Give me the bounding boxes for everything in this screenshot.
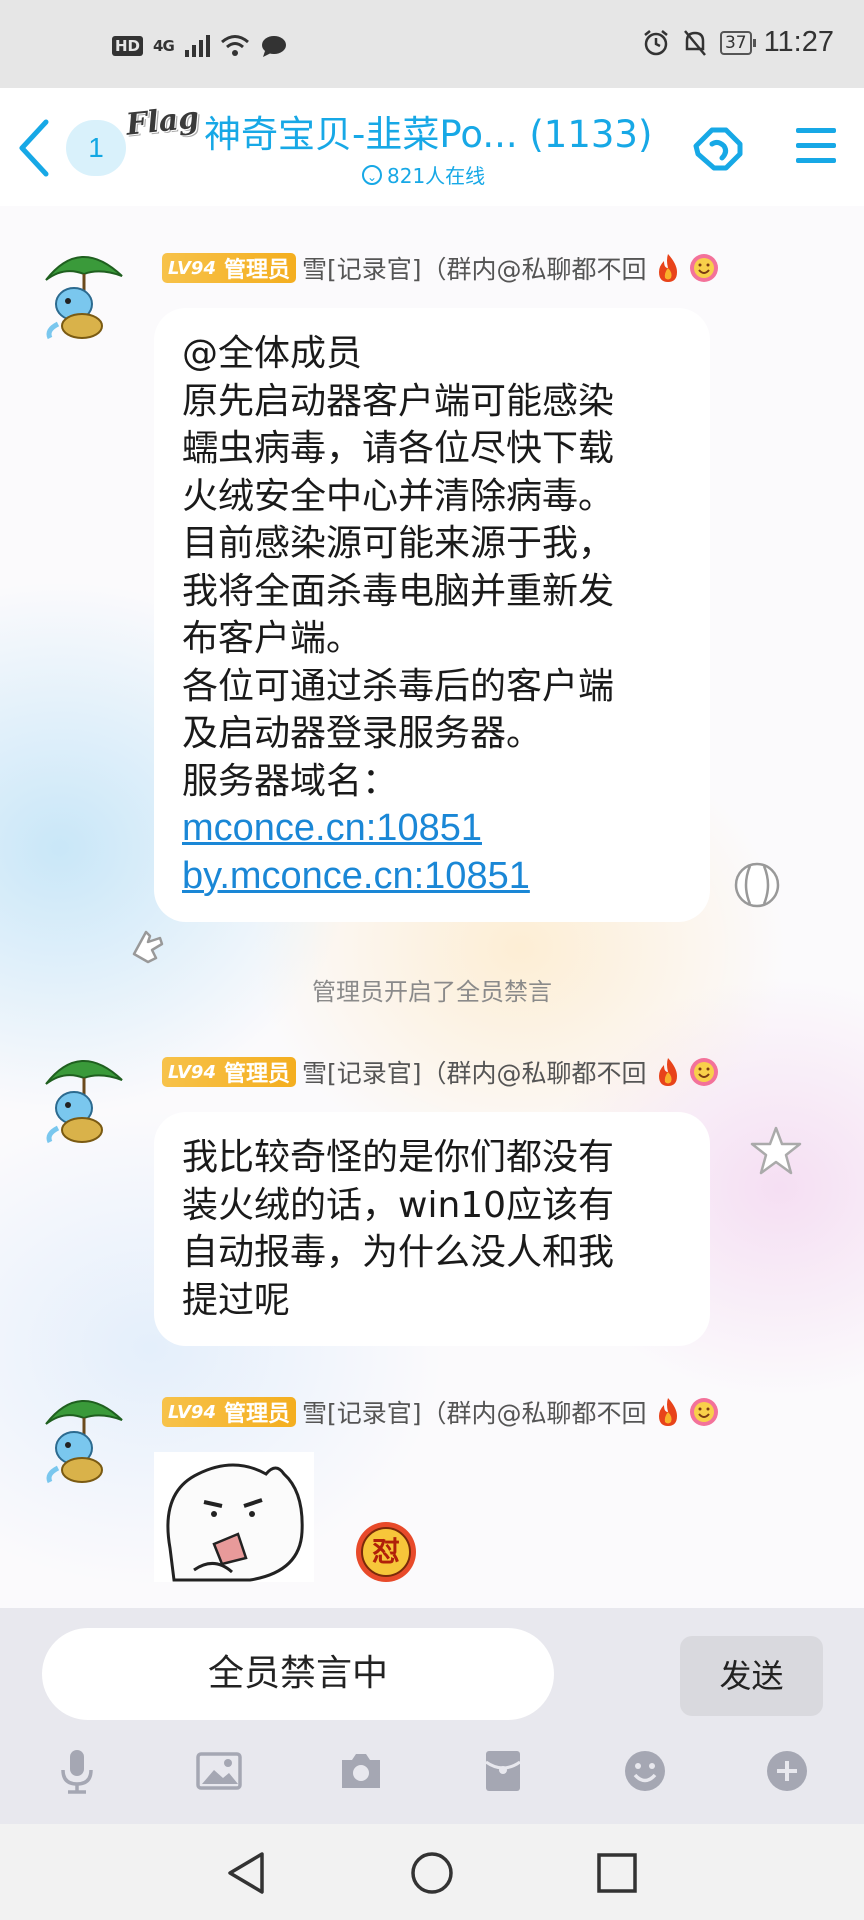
sticker-badge-text: 怼 [371,1535,400,1568]
server-link-alt[interactable]: by.mconce.cn:10851 [182,853,682,901]
sticker-badge: 怼 [354,1520,418,1584]
sticker-image[interactable] [154,1452,314,1582]
network-type-indicator: 4G [153,37,175,55]
sender-avatar[interactable] [40,1050,126,1146]
level-badge: LV94 管理员 [162,1057,296,1087]
chat-notification-icon [261,36,286,57]
fire-icon [658,1058,677,1086]
sender-avatar[interactable] [40,1390,126,1486]
wifi-icon [220,35,249,56]
ball-doodle-icon [734,862,780,908]
sender-row: LV94 管理员 雪[记录官]（群内@私聊都不回 [162,1054,719,1090]
clock: 11:27 [763,26,834,58]
level-badge: LV94 管理员 [162,253,296,283]
menu-icon[interactable] [794,124,838,168]
sender-row: LV94 管理员 雪[记录官]（群内@私聊都不回 [162,1394,719,1430]
back-arrow-icon[interactable] [14,118,54,178]
chevron-down-circle-icon: ⌄ [362,164,382,185]
message-text-line: 各位可通过杀毒后的客户端 [182,665,615,707]
sender-avatar[interactable] [40,246,126,342]
group-call-icon[interactable] [688,122,748,176]
recents-square-icon[interactable] [594,1850,640,1896]
emoji-icon[interactable] [622,1748,668,1794]
star-doodle-icon [750,1126,802,1175]
hd-indicator: HD [112,36,144,56]
message-text-line: 布客户端。 [182,618,363,659]
fire-icon [658,254,677,282]
back-triangle-icon[interactable] [224,1850,270,1896]
input-area: 全员禁言中 发送 [0,1608,864,1824]
smiley-flower-icon [689,1398,718,1426]
system-nav-bar [0,1824,864,1920]
plus-icon[interactable] [764,1748,810,1794]
fire-icon [658,1398,677,1426]
group-title[interactable]: 神奇宝贝-韭菜Po... (1133) [204,104,652,158]
microphone-icon[interactable] [54,1748,100,1794]
battery-indicator: 37 [719,30,756,55]
online-count-label: 821人在线 [387,164,486,188]
message-text-line: 提过呢 [182,1279,291,1321]
status-bar: HD 4G 37 11:27 [0,0,864,88]
message-text-line: 服务器域名： [182,760,399,802]
signal-icon [184,35,210,57]
message-bubble[interactable]: 我比较奇怪的是你们都没有 装火绒的话，win10应该有 自动报毒，为什么没人和我… [154,1112,710,1346]
send-button[interactable]: 发送 [680,1636,823,1716]
sender-name[interactable]: 雪[记录官]（群内@私聊都不回 [302,250,647,286]
message-text-line: 我将全面杀毒电脑并重新发 [182,570,615,612]
message-text-line: 装火绒的话，win10应该有 [182,1184,615,1226]
home-circle-icon[interactable] [409,1850,455,1896]
mute-icon [683,29,706,56]
server-link[interactable]: mconce.cn:10851 [182,805,682,853]
message-input[interactable]: 全员禁言中 [42,1628,554,1720]
level-badge: LV94 管理员 [162,1397,296,1427]
hand-doodle-icon [132,930,164,964]
alarm-icon [644,29,668,55]
message-text-line: 原先启动器客户端可能感染 [182,380,615,422]
smiley-flower-icon [689,254,718,282]
online-count[interactable]: ⌄ 821人在线 [362,160,485,189]
image-icon[interactable] [196,1748,242,1794]
system-notice: 管理员开启了全员禁言 [312,978,552,1006]
message-text-line: 蠕虫病毒，请各位尽快下载 [182,428,615,469]
unread-count-badge[interactable]: 1 [66,120,126,176]
message-text-line: @全体成员 [182,333,363,374]
message-text-line: 及启动器登录服务器。 [182,713,543,754]
message-text-line: 目前感染源可能来源于我， [182,523,615,564]
message-text-line: 我比较奇怪的是你们都没有 [182,1137,615,1178]
message-bubble[interactable]: @全体成员 原先启动器客户端可能感染 蠕虫病毒，请各位尽快下载 火绒安全中心并清… [154,308,710,922]
message-text-line: 自动报毒，为什么没人和我 [182,1232,615,1273]
sender-name[interactable]: 雪[记录官]（群内@私聊都不回 [302,1394,647,1430]
sender-row: LV94 管理员 雪[记录官]（群内@私聊都不回 [162,250,719,286]
camera-icon[interactable] [338,1748,384,1794]
smiley-flower-icon [689,1058,718,1086]
red-packet-icon[interactable] [480,1748,526,1794]
message-text-line: 火绒安全中心并清除病毒。 [182,475,615,517]
sender-name[interactable]: 雪[记录官]（群内@私聊都不回 [302,1054,647,1090]
input-toolbar [0,1748,864,1808]
